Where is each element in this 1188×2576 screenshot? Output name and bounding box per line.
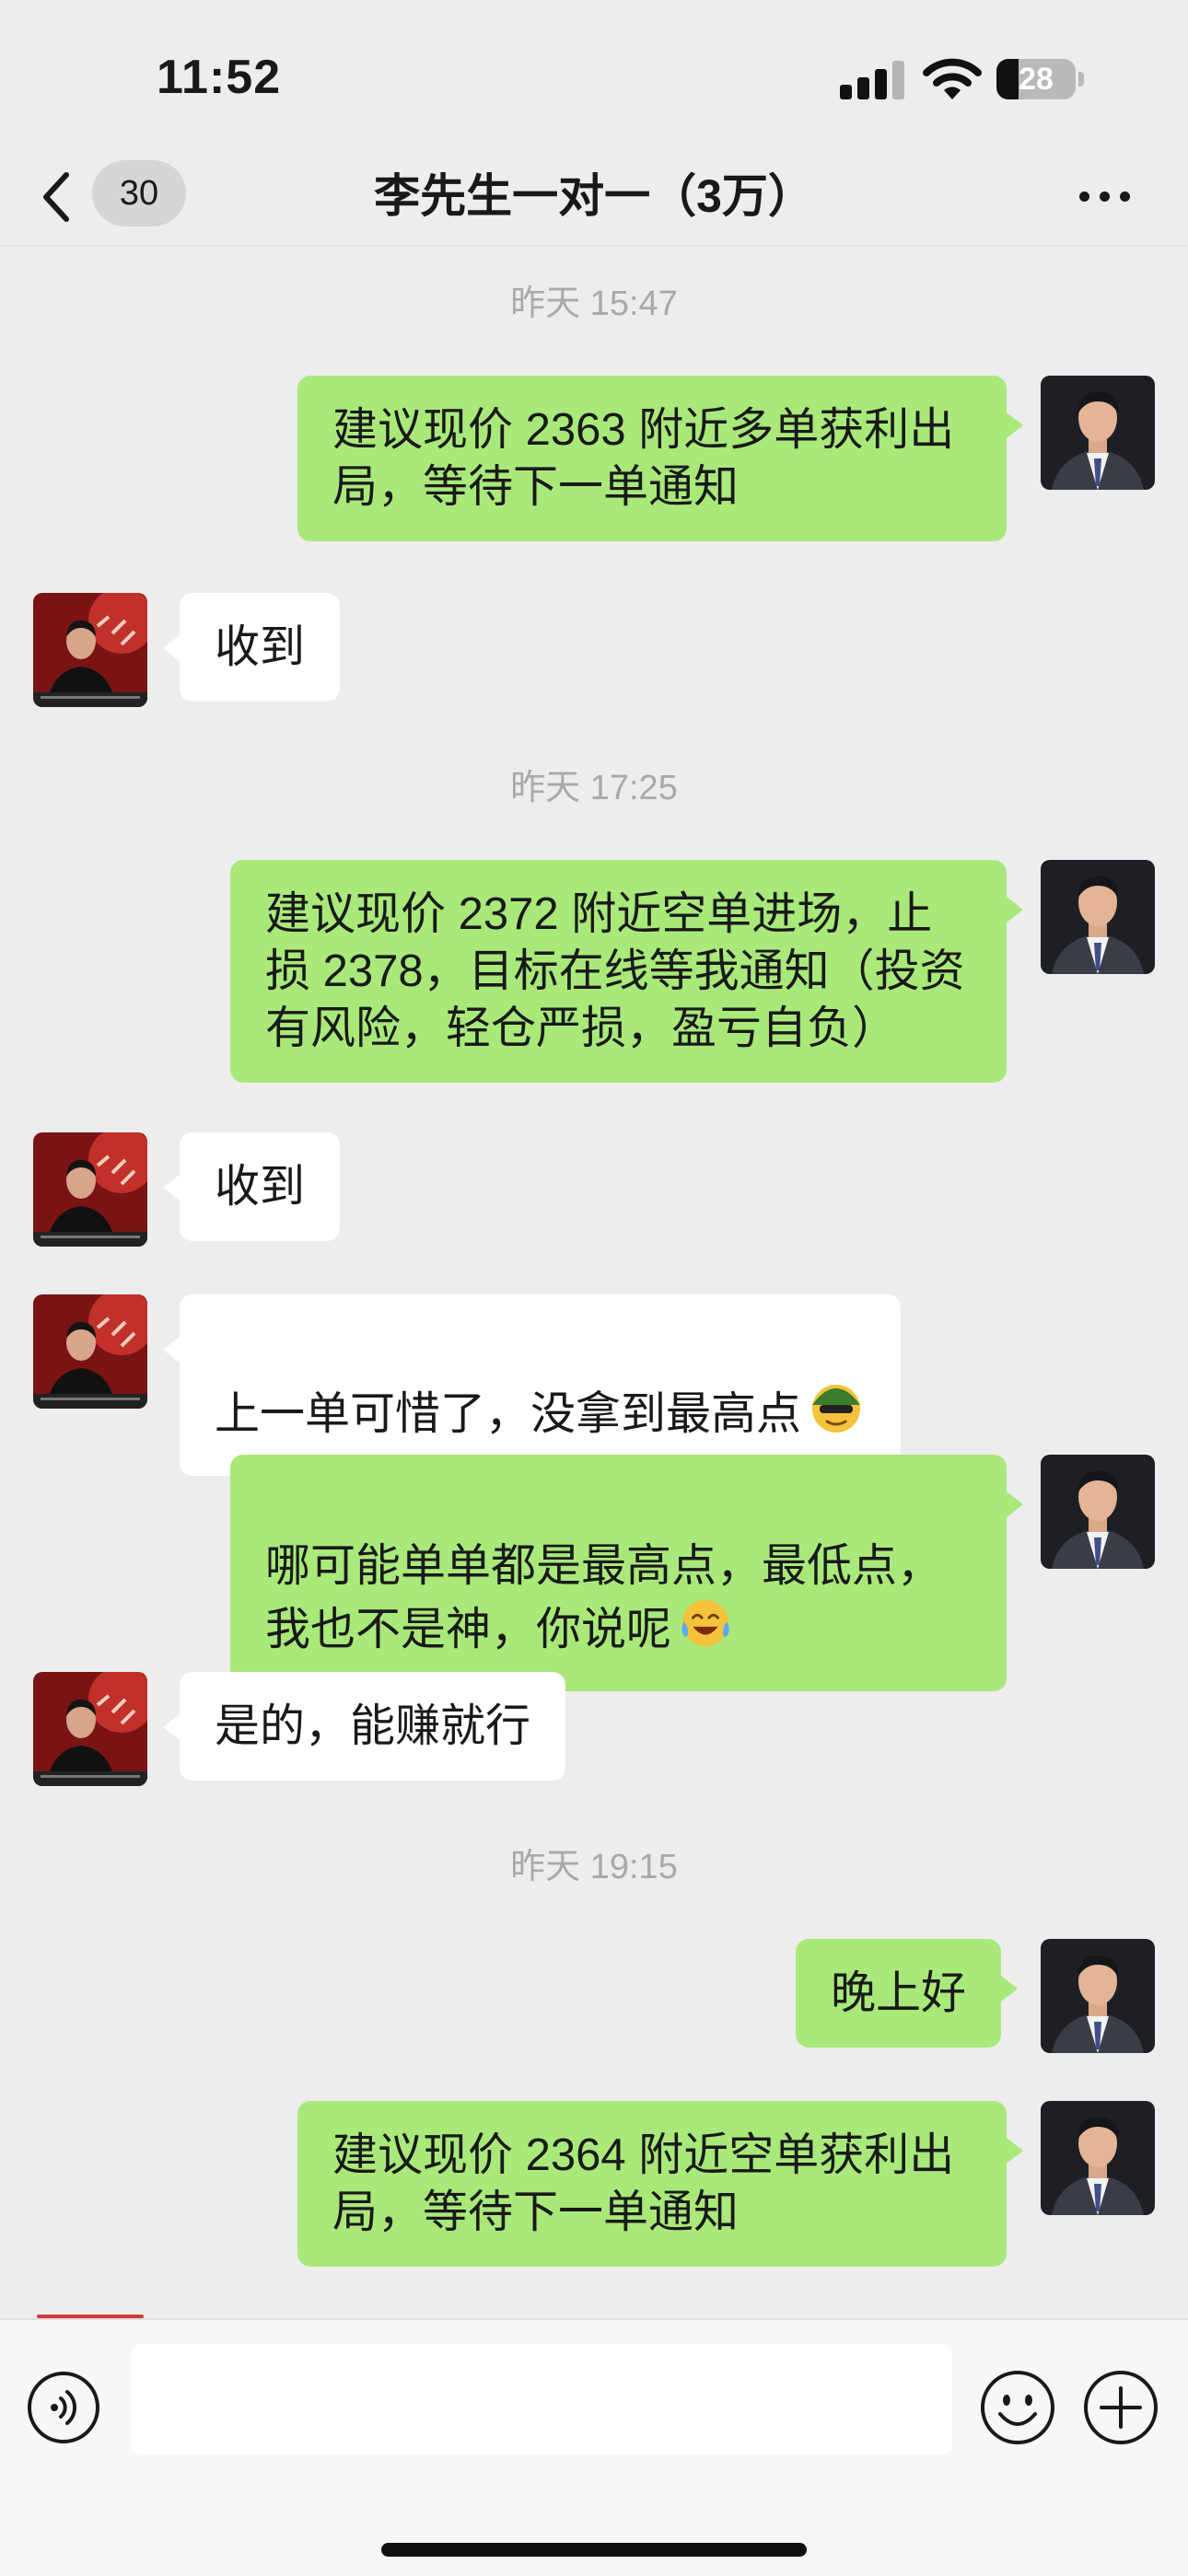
person-dj-avatar-icon [33,593,147,707]
contact-avatar[interactable] [33,1294,147,1409]
man-in-suit-avatar-icon [1041,860,1155,974]
chevron-left-icon [43,172,69,222]
message-bubble-outgoing[interactable]: 建议现价 2372 附近空单进场，止损 2378，目标在线等我通知（投资有风险，… [230,860,1023,1083]
input-bar [0,2318,1188,2576]
message-bubble-incoming[interactable]: 收到 [162,593,341,702]
my-avatar[interactable] [1041,1939,1155,2053]
more-functions-button[interactable] [1081,2368,1160,2447]
message-bubble-incoming[interactable]: 收到 [162,1132,341,1241]
my-avatar[interactable] [1041,860,1155,974]
wifi-icon [923,58,982,99]
message-input[interactable] [131,2344,952,2454]
message-bubble-incoming[interactable]: 是的，能赚就行 [162,1672,566,1781]
person-dj-avatar-icon [33,1294,147,1409]
message-bubble-outgoing[interactable]: 建议现价 2363 附近多单获利出局，等待下一单通知 [297,376,1023,541]
man-in-suit-avatar-icon [1041,376,1155,490]
timestamp: 昨天 17:25 [510,769,678,807]
my-avatar[interactable] [1041,1455,1155,1569]
man-in-suit-avatar-icon [1041,1455,1155,1569]
message-list[interactable]: 昨天 15:47 建议现价 2363 附近多单获利出局，等待下一单通知 收到 昨… [0,247,1188,2318]
message-bubble-outgoing[interactable]: 建议现价 2364 附近空单获利出局，等待下一单通知 [297,2101,1023,2267]
person-dj-avatar-icon [33,1132,147,1247]
man-in-suit-avatar-icon [1041,1939,1155,2053]
my-avatar[interactable] [1041,376,1155,490]
message-bubble-outgoing[interactable]: 晚上好 [796,1939,1019,2048]
message-text: 哪可能单单都是最高点，最低点，我也不是神，你说呢 [265,1541,943,1654]
my-avatar[interactable] [1041,2101,1155,2215]
home-indicator[interactable] [381,2543,807,2557]
cool-face-emoji-icon [807,1377,866,1450]
voice-icon [28,2372,99,2443]
status-bar: 11:52 28 [0,0,1188,147]
contact-avatar[interactable] [33,593,147,707]
voice-input-button[interactable] [26,2370,101,2445]
timestamp: 昨天 19:15 [510,1848,678,1886]
more-options-button[interactable] [1068,168,1142,223]
back-button[interactable]: 30 [33,157,199,234]
battery-level: 28 [1019,62,1054,97]
laughing-tears-emoji-icon [677,1595,734,1665]
emoji-button[interactable] [978,2368,1057,2447]
timestamp: 昨天 15:47 [510,284,678,323]
status-time: 11:52 [157,51,282,104]
man-in-suit-avatar-icon [1041,2101,1155,2215]
cellular-signal-icon [840,61,906,99]
battery-icon: 28 [996,59,1085,99]
unread-count-badge: 30 [92,160,186,226]
plus-icon [1084,2371,1158,2444]
contact-avatar[interactable] [33,1132,147,1247]
message-bubble-incoming[interactable]: 上一单可惜了，没拿到最高点 [162,1294,902,1476]
message-text: 上一单可惜了，没拿到最高点 [215,1389,802,1439]
message-bubble-outgoing[interactable]: 哪可能单单都是最高点，最低点，我也不是神，你说呢 [230,1455,1023,1691]
chat-header: 李先生一对一（3万） 30 [0,147,1188,247]
emoji-icon [981,2371,1054,2444]
contact-avatar[interactable] [33,1672,147,1786]
person-dj-avatar-icon [33,1672,147,1786]
